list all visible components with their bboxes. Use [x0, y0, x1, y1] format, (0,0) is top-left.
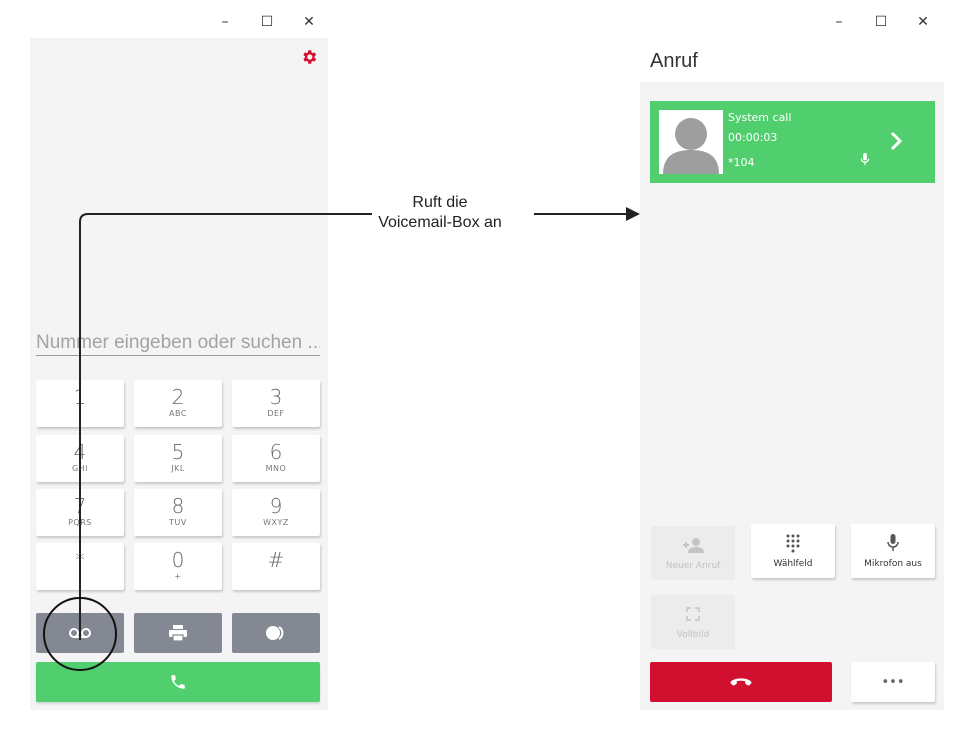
more-button[interactable]: •••: [851, 662, 935, 702]
more-icon: •••: [881, 674, 905, 690]
add-person-icon: [683, 538, 704, 553]
annotation-arrowhead: [626, 207, 640, 221]
fullscreen-icon: [686, 607, 700, 621]
fullscreen-button[interactable]: Vollbild: [651, 595, 735, 649]
dialpad-label: Wählfeld: [773, 559, 813, 569]
call-duration: 00:00:03: [728, 131, 778, 144]
mute-button[interactable]: Mikrofon aus: [851, 524, 935, 578]
call-window-controls: – ☐ ✕: [818, 12, 944, 32]
dialpad-button[interactable]: Wählfeld: [751, 524, 835, 578]
maximize-button[interactable]: ☐: [860, 12, 902, 32]
microphone-icon: [860, 153, 870, 166]
fullscreen-label: Vollbild: [676, 630, 710, 640]
caller-number: *104: [728, 156, 755, 169]
microphone-icon: [887, 534, 899, 551]
dialpad-icon: [786, 534, 800, 553]
avatar: [659, 110, 723, 174]
mute-label: Mikrofon aus: [864, 559, 922, 569]
hangup-icon: [730, 678, 752, 686]
annotation-line-1: Ruft die: [412, 194, 468, 211]
annotation-label: Ruft die Voicemail-Box an: [360, 193, 520, 233]
caller-name: System call: [728, 111, 792, 124]
new-call-label: Neuer Anruf: [665, 561, 721, 571]
person-icon: [663, 118, 719, 174]
chevron-right-icon[interactable]: [889, 131, 903, 151]
minimize-button[interactable]: –: [818, 12, 860, 32]
annotation-line-2: Voicemail-Box an: [378, 214, 502, 231]
page-title: Anruf: [650, 50, 698, 72]
new-call-button[interactable]: Neuer Anruf: [651, 526, 735, 580]
close-button[interactable]: ✕: [902, 12, 944, 32]
hangup-button[interactable]: [650, 662, 832, 702]
annotation-connector-line: [79, 213, 372, 640]
